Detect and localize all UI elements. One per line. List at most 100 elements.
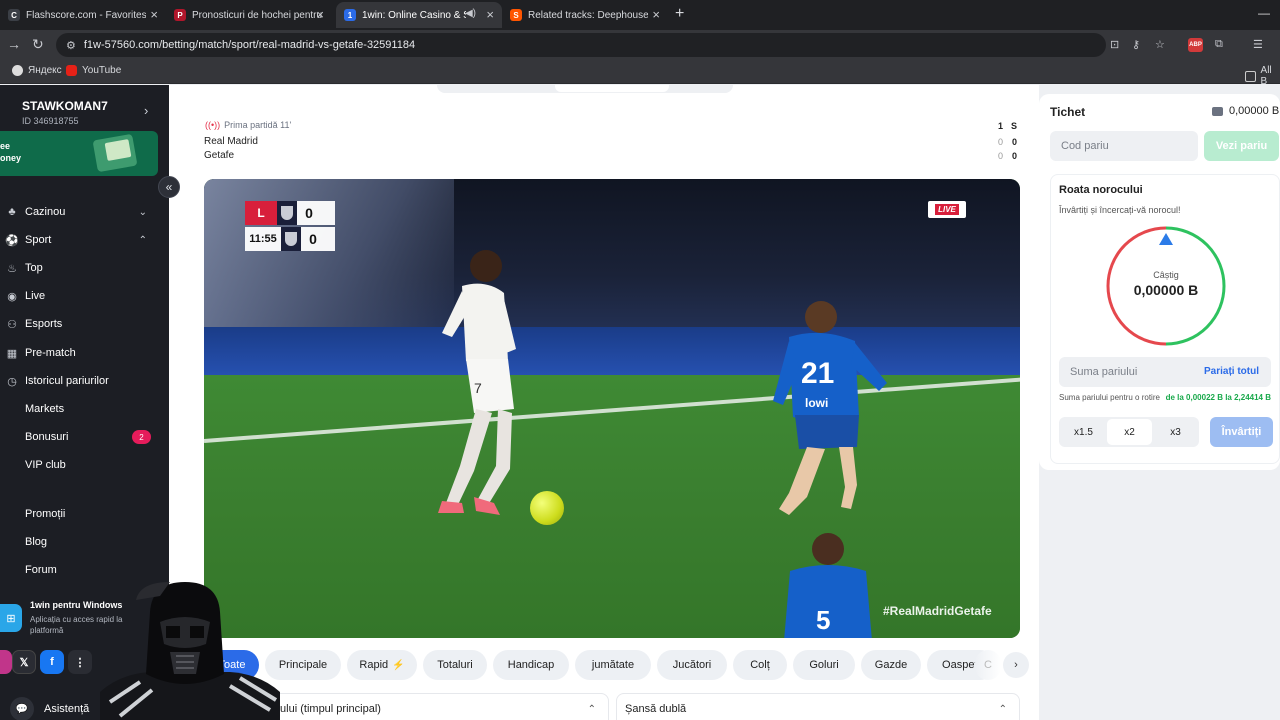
facebook-icon[interactable]: f (40, 650, 64, 674)
sidebar-item-forum[interactable]: Forum (0, 559, 169, 581)
bookmark-label: YouTube (82, 65, 122, 76)
user-id: ID 346918755 (22, 116, 79, 126)
reload-icon[interactable]: ↻ (32, 36, 44, 53)
bet-all-button[interactable]: Pariați totul (1204, 366, 1259, 377)
tab-title: 1win: Online Casino & Spor (362, 9, 466, 21)
close-tab-icon[interactable]: × (316, 7, 324, 22)
white-jersey-number: 7 (474, 380, 482, 396)
browser-tab-soundcloud[interactable]: S Related tracks: Deephouseit Ta × (502, 2, 668, 28)
blue-player: 21 lowi (773, 301, 887, 515)
free-money-banner[interactable]: ee oney (0, 131, 158, 176)
live-icon: ◉ (7, 290, 17, 303)
tab-colt[interactable]: Colț (733, 650, 787, 680)
instagram-icon[interactable] (0, 650, 12, 674)
chevron-up-icon: ⌃ (587, 703, 596, 715)
sidebar-item-label: Blog (25, 536, 48, 548)
tab-more[interactable]: C (975, 650, 1001, 680)
close-tab-icon[interactable]: × (150, 7, 158, 22)
tab-goluri[interactable]: Goluri (793, 650, 855, 680)
bet-slip-panel: Tichet 0,00000 B Vezi pariu Roata norocu… (1039, 94, 1280, 470)
site-info-icon[interactable]: ⚙ (66, 39, 76, 52)
sidebar-item-blog[interactable]: Blog (0, 531, 169, 553)
chevron-up-icon: ⌃ (998, 703, 1007, 715)
bookmark-youtube[interactable]: YouTube (66, 65, 121, 76)
sidebar-item-history[interactable]: ◷ Istoricul pariurilor (0, 370, 169, 392)
address-bar: → ↻ ⚙ f1w-57560.com/betting/match/sport/… (0, 30, 1280, 60)
x-twitter-icon[interactable]: 𝕏 (12, 650, 36, 674)
tab-totaluri[interactable]: Totaluri (423, 650, 487, 680)
speaker-icon[interactable]: ◀) (465, 8, 476, 19)
tab-title: Related tracks: Deephouseit Ta (528, 9, 648, 21)
stake-field: Pariați totul (1059, 357, 1271, 387)
promo-icon (5, 507, 19, 521)
tab-gazde[interactable]: Gazde (861, 650, 921, 680)
sidebar-item-label: Top (25, 262, 43, 274)
extensions-icon[interactable]: ⧉ (1215, 38, 1223, 51)
multiplier-x1-5[interactable]: x1.5 (1061, 419, 1106, 445)
install-app-icon[interactable]: ⊡ (1110, 38, 1119, 51)
calendar-icon: ▦ (6, 347, 18, 360)
sidebar-item-esports[interactable]: ⚇ Esports (0, 313, 169, 335)
reading-list-icon[interactable]: ☰ (1253, 38, 1263, 51)
url-field[interactable]: ⚙ f1w-57560.com/betting/match/sport/real… (56, 33, 1106, 57)
sidebar-item-bonusuri[interactable]: Bonusuri 2 (0, 426, 169, 448)
tab-label: Colț (750, 659, 770, 671)
blue-jersey-number: 21 (801, 357, 834, 390)
sidebar-item-vip[interactable]: VIP club (0, 454, 169, 476)
score-col-s: S (1011, 121, 1018, 131)
score-col-1: 1 (998, 121, 1004, 131)
bookmark-yandex[interactable]: Яндекс (12, 65, 62, 76)
blue-player-back: 5 (784, 533, 872, 638)
sidebar-item-sport[interactable]: ⚽ Sport ⌃ (0, 229, 169, 251)
browser-tab-flashscore[interactable]: C Flashscore.com - Favorites × (0, 2, 166, 28)
bonus-count-badge: 2 (132, 430, 151, 444)
bet-code-input[interactable] (1050, 131, 1198, 161)
tab-jucatori[interactable]: Jucători (657, 650, 727, 680)
new-tab-icon[interactable]: + (675, 5, 684, 23)
wheel-subtitle: Învârtiți și încercați-vă norocul! (1059, 205, 1181, 215)
minimize-icon[interactable]: — (1258, 6, 1270, 20)
tab-handicap[interactable]: Handicap (493, 650, 569, 680)
forward-icon[interactable]: → (7, 36, 21, 52)
close-tab-icon[interactable]: × (652, 7, 660, 22)
live-video-player[interactable]: 7 21 lowi 5 L 0 11:55 0 LIVE #RealMadrid… (204, 179, 1020, 638)
match-status-text: Prima partidă 11' (224, 120, 292, 130)
top-tab-active[interactable] (555, 85, 669, 92)
collapse-sidebar-icon[interactable]: « (158, 176, 180, 198)
esports-icon: ⚇ (7, 318, 17, 331)
sidebar-item-promotii[interactable]: Promoții (0, 503, 169, 525)
balance-value: 0,00000 B (1229, 105, 1280, 117)
sidebar-item-cazinou[interactable]: ♣ Cazinou ⌄ (0, 201, 169, 223)
tab-jumatate[interactable]: jumătate (575, 650, 651, 680)
assistant-button[interactable]: 💬 Asistență (10, 697, 89, 720)
close-tab-icon[interactable]: × (486, 7, 494, 22)
multiplier-selector: x1.5 x2 x3 (1059, 417, 1199, 447)
chevron-right-icon[interactable]: › (1003, 652, 1029, 678)
market-tabs: Toate Principale Rapid ⚡ Totaluri Handica… (205, 650, 1029, 682)
stake-input[interactable] (1059, 357, 1189, 387)
sidebar-item-top[interactable]: ♨ Top (0, 257, 169, 279)
multiplier-x3[interactable]: x3 (1153, 419, 1198, 445)
spin-button[interactable]: Învârtiți (1210, 417, 1273, 447)
blog-icon (5, 535, 19, 549)
username[interactable]: STAWKOMAN7 (22, 99, 108, 113)
sport-icon: ⚽ (5, 234, 19, 247)
sidebar-item-prematch[interactable]: ▦ Pre-match (0, 342, 169, 364)
sidebar-item-live[interactable]: ◉ Live (0, 285, 169, 307)
browser-tab-pronosticuri[interactable]: P Pronosticuri de hochei pentru 1 × (166, 2, 332, 28)
live-badge: LIVE (928, 201, 966, 218)
section-double-chance[interactable]: Șansă dublă ⌃ (616, 693, 1020, 720)
bookmark-star-icon[interactable]: ☆ (1155, 38, 1165, 51)
more-icon[interactable]: ⋮ (68, 650, 92, 674)
adblock-extension-icon[interactable]: ABP (1188, 38, 1203, 52)
all-bookmarks[interactable]: All B (1245, 65, 1280, 87)
password-key-icon[interactable]: ⚷ (1132, 38, 1140, 51)
see-bet-button[interactable]: Vezi pariu (1204, 131, 1279, 161)
live-indicator-icon: ((•)) (205, 120, 221, 130)
chevron-right-icon[interactable]: › (144, 103, 148, 118)
tab-rapid[interactable]: Rapid ⚡ (347, 650, 417, 680)
multiplier-x2[interactable]: x2 (1107, 419, 1152, 445)
browser-tab-1win[interactable]: 1 1win: Online Casino & Spor ◀) × (336, 2, 502, 28)
sidebar-item-markets[interactable]: Markets (0, 398, 169, 420)
balance: 0,00000 B (1212, 105, 1279, 117)
